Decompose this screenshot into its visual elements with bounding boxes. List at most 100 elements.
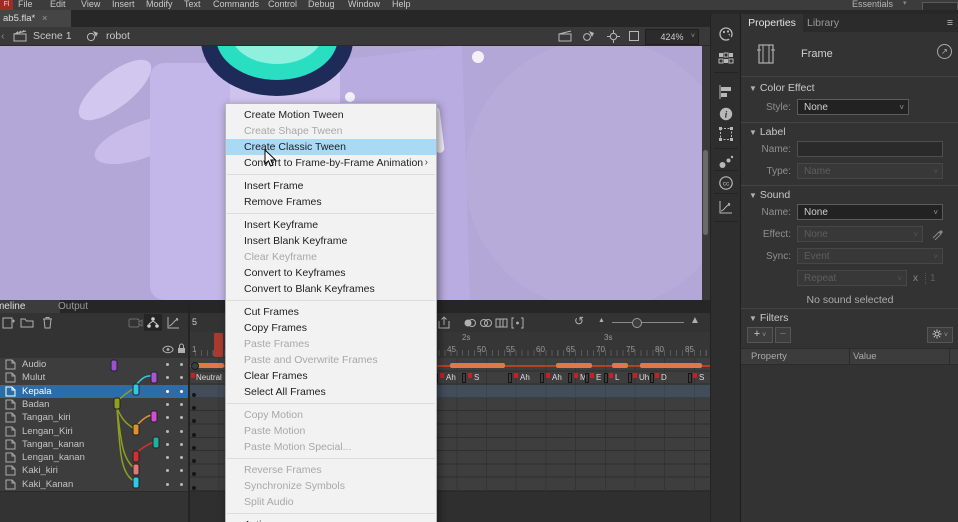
close-icon[interactable]: × bbox=[42, 13, 48, 24]
zoom-level-select[interactable]: 424% ˅ bbox=[645, 29, 699, 45]
menu-item-insert-blank-keyframe[interactable]: Insert Blank Keyframe bbox=[226, 233, 436, 249]
export-frame-icon[interactable] bbox=[437, 316, 451, 329]
menu-item-insert-frame[interactable]: Insert Frame bbox=[226, 178, 436, 194]
reset-timeline-zoom-icon[interactable]: ↺ bbox=[574, 314, 584, 328]
transform-panel-icon[interactable] bbox=[718, 126, 734, 142]
edit-scene-icon[interactable] bbox=[558, 30, 573, 42]
clip-content-icon[interactable] bbox=[628, 30, 640, 42]
section-label[interactable]: ▼ Label bbox=[749, 126, 786, 138]
remove-filter-button[interactable]: − bbox=[775, 327, 791, 343]
menu-item-insert-keyframe[interactable]: Insert Keyframe bbox=[226, 217, 436, 233]
parent-marker[interactable] bbox=[133, 477, 139, 488]
playhead[interactable] bbox=[214, 333, 223, 357]
swatches-panel-icon[interactable] bbox=[718, 50, 734, 66]
align-panel-icon[interactable] bbox=[718, 84, 734, 100]
filters-table-header: Property Value bbox=[741, 348, 958, 365]
zoom-out-frames-icon[interactable]: ▲ bbox=[598, 317, 605, 324]
parent-marker[interactable] bbox=[133, 384, 139, 395]
sound-name-select[interactable]: None˅ bbox=[797, 204, 943, 220]
search-input[interactable] bbox=[922, 2, 958, 10]
parent-view-toggle[interactable] bbox=[144, 314, 162, 331]
parent-marker[interactable] bbox=[133, 424, 139, 435]
menu-modify[interactable]: Modify bbox=[146, 0, 173, 9]
onion-skin-outlines-icon[interactable] bbox=[479, 317, 492, 329]
edit-multiple-frames-icon[interactable] bbox=[495, 317, 508, 329]
tab-timeline[interactable]: Timeline bbox=[0, 300, 60, 313]
center-frame-icon[interactable] bbox=[607, 30, 620, 43]
style-select[interactable]: None˅ bbox=[797, 99, 909, 115]
zoom-in-frames-icon[interactable]: ▲ bbox=[690, 315, 700, 326]
menu-help[interactable]: Help bbox=[392, 0, 411, 9]
keyframe-dot bbox=[192, 393, 196, 397]
menu-item-convert-to-frame-by-frame[interactable]: Convert to Frame-by-Frame Animation› bbox=[226, 155, 436, 171]
menu-item-create-motion-tween[interactable]: Create Motion Tween bbox=[226, 107, 436, 123]
svg-text:cc: cc bbox=[723, 181, 730, 188]
menu-item-copy-frames[interactable]: Copy Frames bbox=[226, 320, 436, 336]
modify-markers-icon[interactable] bbox=[511, 317, 524, 329]
background-halo bbox=[465, 45, 710, 300]
new-layer-icon[interactable] bbox=[2, 316, 15, 329]
parent-marker[interactable] bbox=[151, 372, 157, 383]
label-name-input[interactable] bbox=[797, 141, 943, 157]
menu-item-paste-frames: Paste Frames bbox=[226, 336, 436, 352]
parent-marker[interactable] bbox=[111, 360, 117, 371]
symbol-breadcrumb[interactable]: robot bbox=[106, 27, 130, 45]
menu-item-cut-frames[interactable]: Cut Frames bbox=[226, 304, 436, 320]
back-arrow-icon[interactable]: ‹ bbox=[1, 27, 5, 45]
menu-item-remove-frames[interactable]: Remove Frames bbox=[226, 194, 436, 210]
edit-sound-envelope-icon[interactable] bbox=[931, 228, 943, 240]
menu-debug[interactable]: Debug bbox=[308, 0, 335, 9]
section-filters[interactable]: ▼ Filters bbox=[749, 312, 788, 324]
section-sound[interactable]: ▼ Sound bbox=[749, 189, 790, 201]
show-hide-all-layers-eye-icon[interactable] bbox=[162, 345, 174, 354]
parent-marker[interactable] bbox=[153, 437, 159, 448]
motion-presets-panel-icon[interactable] bbox=[718, 199, 734, 215]
panel-menu-icon[interactable]: ≡ bbox=[947, 14, 953, 32]
animate-logo[interactable]: Fl bbox=[0, 0, 13, 10]
ruler-time-marker: 3s bbox=[604, 333, 612, 342]
scene-breadcrumb[interactable]: Scene 1 bbox=[33, 27, 72, 45]
parent-marker[interactable] bbox=[151, 411, 157, 422]
parent-marker[interactable] bbox=[133, 464, 139, 475]
cc-libraries-panel-icon[interactable]: cc bbox=[718, 175, 734, 191]
tab-properties[interactable]: Properties bbox=[741, 14, 803, 32]
menu-commands[interactable]: Commands bbox=[213, 0, 259, 9]
filter-options-button[interactable]: ˅ bbox=[927, 327, 953, 343]
edit-symbols-icon[interactable] bbox=[582, 30, 596, 42]
menu-item-clear-frames[interactable]: Clear Frames bbox=[226, 368, 436, 384]
canvas-vscrollbar[interactable] bbox=[702, 45, 710, 300]
parent-marker[interactable] bbox=[114, 398, 120, 409]
tab-library[interactable]: Library bbox=[807, 14, 839, 32]
camera-layer-icon[interactable] bbox=[128, 317, 143, 328]
menu-file[interactable]: File bbox=[18, 0, 33, 9]
menu-text[interactable]: Text bbox=[184, 0, 201, 9]
parent-marker[interactable] bbox=[133, 451, 139, 462]
menu-item-convert-to-blank-keyframes[interactable]: Convert to Blank Keyframes bbox=[226, 281, 436, 297]
add-filter-button[interactable]: + ˅ bbox=[747, 327, 773, 343]
lock-all-layers-icon[interactable] bbox=[177, 343, 186, 354]
tab-output[interactable]: Output bbox=[58, 300, 88, 313]
brush-library-panel-icon[interactable] bbox=[718, 154, 734, 170]
color-panel-icon[interactable] bbox=[718, 26, 734, 42]
menu-item-convert-to-keyframes[interactable]: Convert to Keyframes bbox=[226, 265, 436, 281]
help-share-icon[interactable]: ↗ bbox=[937, 44, 952, 59]
timeline-zoom-slider[interactable] bbox=[612, 322, 684, 323]
menu-control[interactable]: Control bbox=[268, 0, 297, 9]
workspace-switcher[interactable]: Essentials bbox=[852, 0, 893, 9]
onion-skin-icon[interactable] bbox=[463, 317, 476, 329]
menu-item-create-classic-tween[interactable]: Create Classic Tween bbox=[226, 139, 436, 155]
menu-insert[interactable]: Insert bbox=[112, 0, 135, 9]
menu-item-actions[interactable]: Actions bbox=[226, 517, 436, 522]
document-tab[interactable]: ab5.fla* × bbox=[0, 10, 71, 27]
new-folder-icon[interactable] bbox=[20, 317, 34, 328]
section-color-effect[interactable]: ▼ Color Effect bbox=[749, 82, 815, 94]
timeline-zoom-slider-handle[interactable] bbox=[632, 318, 642, 328]
canvas-vscrollbar-thumb[interactable] bbox=[703, 150, 708, 235]
info-panel-icon[interactable]: i bbox=[718, 106, 734, 122]
delete-layer-trash-icon[interactable] bbox=[42, 316, 53, 329]
menu-window[interactable]: Window bbox=[348, 0, 380, 9]
show-tween-graph-icon[interactable] bbox=[166, 316, 180, 329]
menu-item-select-all-frames[interactable]: Select All Frames bbox=[226, 384, 436, 400]
menu-edit[interactable]: Edit bbox=[50, 0, 66, 9]
menu-view[interactable]: View bbox=[81, 0, 100, 9]
